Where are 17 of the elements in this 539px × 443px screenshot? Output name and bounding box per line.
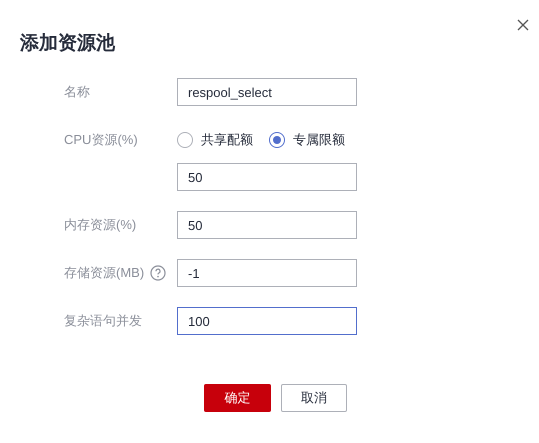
field-label: 复杂语句并发 xyxy=(64,312,142,330)
dialog-button[interactable]: 确定 xyxy=(204,384,271,412)
close-icon[interactable] xyxy=(516,18,530,32)
dialog-title: 添加资源池 xyxy=(20,32,115,56)
dialog-button[interactable]: 取消 xyxy=(281,384,347,412)
input-field[interactable]: 100 xyxy=(177,307,357,335)
radio-option[interactable]: 专属限额 xyxy=(269,130,345,150)
input-field[interactable]: -1 xyxy=(177,259,357,287)
input-field[interactable]: 50 xyxy=(177,163,357,191)
input-field[interactable]: 50 xyxy=(177,211,357,239)
field-label: CPU资源(%) xyxy=(64,131,138,150)
help-icon[interactable] xyxy=(150,265,166,281)
field-label: 名称 xyxy=(64,83,90,102)
field-label: 存储资源(MB) xyxy=(64,264,144,282)
input-field[interactable]: respool_select xyxy=(177,78,357,106)
field-label: 内存资源(%) xyxy=(64,216,136,234)
radio-option[interactable]: 共享配额 xyxy=(177,130,253,150)
